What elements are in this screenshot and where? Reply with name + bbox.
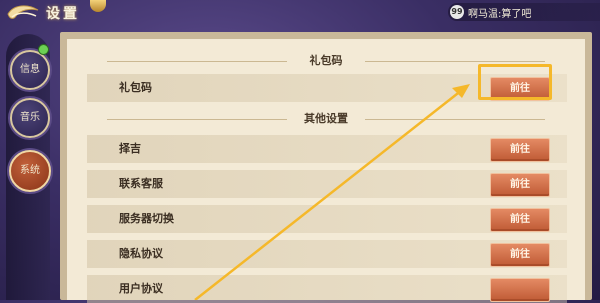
- row-label-user-agreement: 用户协议: [119, 282, 163, 295]
- go-button-user-agreement[interactable]: [490, 278, 550, 302]
- top-bar: 设置 99 啊马温:算了吧: [0, 0, 600, 26]
- notification-dot: [38, 44, 49, 55]
- settings-row-user-agreement: 用户协议: [87, 275, 567, 303]
- settings-row-date-selection: 择吉 前往: [87, 135, 567, 163]
- go-button-date-selection[interactable]: 前往: [490, 138, 550, 162]
- go-button-server-switch[interactable]: 前往: [490, 208, 550, 232]
- tab-info[interactable]: 信息: [10, 50, 50, 90]
- go-button-customer-service[interactable]: 前往: [490, 173, 550, 197]
- settings-row-privacy-policy: 隐私协议 前往: [87, 240, 567, 268]
- row-label-server-switch: 服务器切换: [119, 212, 174, 225]
- page-title: 设置: [46, 6, 80, 22]
- settings-row-server-switch: 服务器切换 前往: [87, 205, 567, 233]
- decorative-ornament: [90, 0, 106, 12]
- section-header-other-settings: 其他设置: [67, 109, 585, 129]
- tab-system[interactable]: 系统: [9, 150, 51, 192]
- back-icon[interactable]: [6, 2, 40, 24]
- tab-system-label: 系统: [20, 165, 40, 176]
- chat-ticker[interactable]: 99 啊马温:算了吧: [448, 3, 600, 21]
- row-label-customer-service: 联系客服: [119, 177, 163, 190]
- tab-audio-label: 音乐: [20, 112, 40, 123]
- tab-info-label: 信息: [20, 64, 40, 75]
- row-label-privacy-policy: 隐私协议: [119, 247, 163, 260]
- chat-level-badge: 99: [450, 5, 464, 19]
- highlight-box: [478, 64, 552, 100]
- row-label-gift-code: 礼包码: [119, 81, 152, 94]
- chat-message: 啊马温:算了吧: [468, 9, 532, 20]
- tab-audio[interactable]: 音乐: [10, 98, 50, 138]
- go-button-privacy-policy[interactable]: 前往: [490, 243, 550, 267]
- row-label-date-selection: 择吉: [119, 142, 141, 155]
- settings-row-customer-service: 联系客服 前往: [87, 170, 567, 198]
